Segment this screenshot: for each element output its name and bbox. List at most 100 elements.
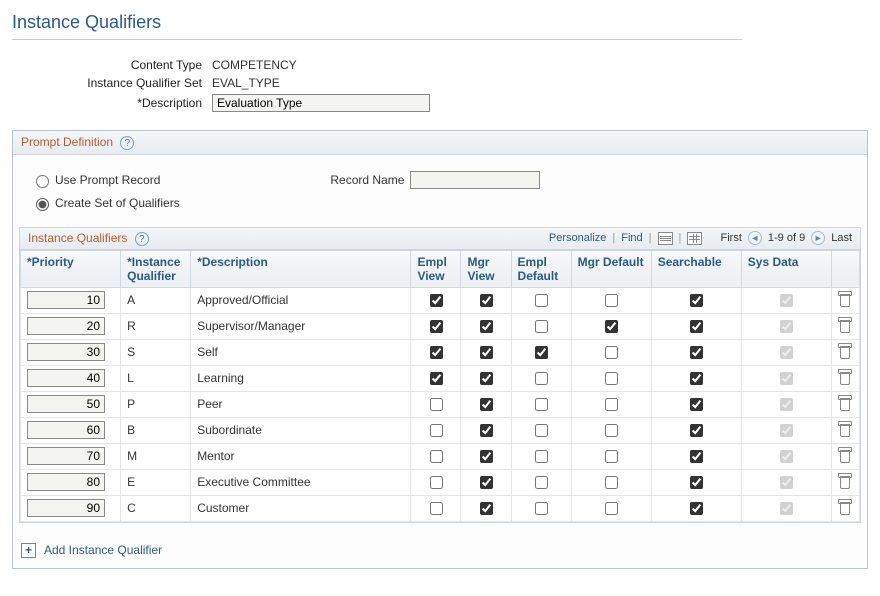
searchable-checkbox[interactable] bbox=[690, 424, 703, 437]
empl-view-checkbox[interactable] bbox=[430, 476, 443, 489]
iq-cell: A bbox=[121, 287, 191, 313]
searchable-checkbox[interactable] bbox=[690, 398, 703, 411]
priority-input[interactable] bbox=[27, 473, 105, 491]
empl-view-checkbox[interactable] bbox=[430, 398, 443, 411]
empl-view-checkbox[interactable] bbox=[430, 502, 443, 515]
mgr-default-checkbox[interactable] bbox=[605, 346, 618, 359]
delete-row-icon[interactable] bbox=[838, 291, 852, 307]
col-sys-data[interactable]: Sys Data bbox=[748, 255, 799, 269]
col-empl-default[interactable]: Empl Default bbox=[518, 255, 559, 283]
find-link[interactable]: Find bbox=[621, 232, 642, 244]
mgr-default-checkbox[interactable] bbox=[605, 294, 618, 307]
mgr-view-checkbox[interactable] bbox=[480, 502, 493, 515]
empl-default-checkbox[interactable] bbox=[535, 398, 548, 411]
sys-data-checkbox bbox=[780, 450, 793, 463]
mgr-view-checkbox[interactable] bbox=[480, 320, 493, 333]
col-instance-qualifier[interactable]: *Instance Qualifier bbox=[127, 255, 180, 283]
priority-input[interactable] bbox=[27, 421, 105, 439]
empl-default-checkbox[interactable] bbox=[535, 320, 548, 333]
priority-input[interactable] bbox=[27, 369, 105, 387]
delete-row-icon[interactable] bbox=[838, 395, 852, 411]
empl-default-checkbox[interactable] bbox=[535, 424, 548, 437]
empl-view-checkbox[interactable] bbox=[430, 424, 443, 437]
col-priority[interactable]: *Priority bbox=[27, 255, 74, 269]
col-mgr-default[interactable]: Mgr Default bbox=[578, 255, 644, 269]
col-searchable[interactable]: Searchable bbox=[658, 255, 722, 269]
desc-cell: Learning bbox=[191, 365, 411, 391]
delete-row-icon[interactable] bbox=[838, 421, 852, 437]
help-icon[interactable]: ? bbox=[135, 232, 149, 246]
help-icon[interactable]: ? bbox=[120, 136, 134, 150]
mgr-default-checkbox[interactable] bbox=[605, 398, 618, 411]
empl-default-checkbox[interactable] bbox=[535, 372, 548, 385]
col-empl-view[interactable]: Empl View bbox=[417, 255, 446, 283]
toolbar-separator: | bbox=[649, 232, 652, 244]
mgr-default-checkbox[interactable] bbox=[605, 450, 618, 463]
table-row: BSubordinate bbox=[21, 417, 860, 443]
iq-set-label: Instance Qualifier Set bbox=[12, 76, 212, 90]
empl-view-checkbox[interactable] bbox=[430, 320, 443, 333]
prev-page-icon[interactable]: ◄ bbox=[748, 231, 762, 245]
mgr-default-checkbox[interactable] bbox=[605, 372, 618, 385]
delete-row-icon[interactable] bbox=[838, 343, 852, 359]
searchable-checkbox[interactable] bbox=[690, 294, 703, 307]
delete-row-icon[interactable] bbox=[838, 317, 852, 333]
table-row: RSupervisor/Manager bbox=[21, 313, 860, 339]
empl-default-checkbox[interactable] bbox=[535, 294, 548, 307]
searchable-checkbox[interactable] bbox=[690, 372, 703, 385]
empl-default-checkbox[interactable] bbox=[535, 346, 548, 359]
view-grid-icon[interactable] bbox=[687, 232, 702, 245]
delete-row-icon[interactable] bbox=[838, 473, 852, 489]
empl-default-checkbox[interactable] bbox=[535, 502, 548, 515]
next-page-icon[interactable]: ► bbox=[811, 231, 825, 245]
add-instance-qualifier-link[interactable]: Add Instance Qualifier bbox=[44, 543, 162, 557]
table-row: SSelf bbox=[21, 339, 860, 365]
table-row: EExecutive Committee bbox=[21, 469, 860, 495]
mgr-view-checkbox[interactable] bbox=[480, 424, 493, 437]
col-mgr-view[interactable]: Mgr View bbox=[467, 255, 494, 283]
delete-row-icon[interactable] bbox=[838, 447, 852, 463]
delete-row-icon[interactable] bbox=[838, 499, 852, 515]
mgr-view-checkbox[interactable] bbox=[480, 398, 493, 411]
personalize-link[interactable]: Personalize bbox=[549, 232, 606, 244]
mgr-default-checkbox[interactable] bbox=[605, 502, 618, 515]
description-input[interactable] bbox=[212, 94, 430, 112]
mgr-default-checkbox[interactable] bbox=[605, 424, 618, 437]
empl-view-checkbox[interactable] bbox=[430, 346, 443, 359]
mgr-default-checkbox[interactable] bbox=[605, 476, 618, 489]
searchable-checkbox[interactable] bbox=[690, 320, 703, 333]
priority-input[interactable] bbox=[27, 317, 105, 335]
use-prompt-record-radio[interactable] bbox=[36, 175, 49, 188]
sys-data-checkbox bbox=[780, 502, 793, 515]
searchable-checkbox[interactable] bbox=[690, 450, 703, 463]
mgr-default-checkbox[interactable] bbox=[605, 320, 618, 333]
iq-cell: L bbox=[121, 365, 191, 391]
plus-icon[interactable]: + bbox=[21, 543, 36, 558]
table-row: PPeer bbox=[21, 391, 860, 417]
priority-input[interactable] bbox=[27, 395, 105, 413]
desc-cell: Executive Committee bbox=[191, 469, 411, 495]
create-set-radio[interactable] bbox=[36, 198, 49, 211]
empl-default-checkbox[interactable] bbox=[535, 476, 548, 489]
searchable-checkbox[interactable] bbox=[690, 346, 703, 359]
mgr-view-checkbox[interactable] bbox=[480, 450, 493, 463]
record-name-input[interactable] bbox=[410, 171, 540, 189]
priority-input[interactable] bbox=[27, 499, 105, 517]
mgr-view-checkbox[interactable] bbox=[480, 346, 493, 359]
mgr-view-checkbox[interactable] bbox=[480, 476, 493, 489]
searchable-checkbox[interactable] bbox=[690, 476, 703, 489]
priority-input[interactable] bbox=[27, 291, 105, 309]
col-description[interactable]: *Description bbox=[197, 255, 268, 269]
priority-input[interactable] bbox=[27, 343, 105, 361]
empl-view-checkbox[interactable] bbox=[430, 450, 443, 463]
empl-view-checkbox[interactable] bbox=[430, 294, 443, 307]
searchable-checkbox[interactable] bbox=[690, 502, 703, 515]
priority-input[interactable] bbox=[27, 447, 105, 465]
mgr-view-checkbox[interactable] bbox=[480, 294, 493, 307]
view-all-icon[interactable] bbox=[658, 232, 673, 245]
iq-cell: M bbox=[121, 443, 191, 469]
empl-view-checkbox[interactable] bbox=[430, 372, 443, 385]
empl-default-checkbox[interactable] bbox=[535, 450, 548, 463]
delete-row-icon[interactable] bbox=[838, 369, 852, 385]
mgr-view-checkbox[interactable] bbox=[480, 372, 493, 385]
